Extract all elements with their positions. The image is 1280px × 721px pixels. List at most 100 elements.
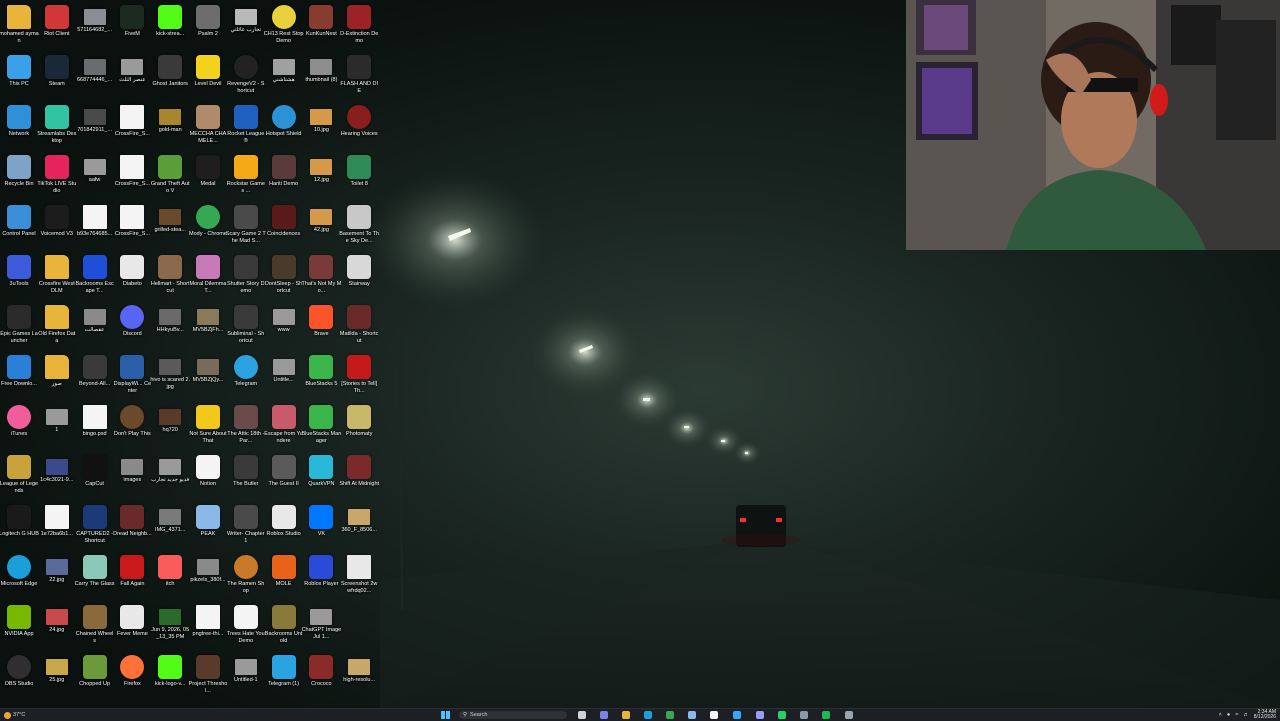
desktop-icon-shift-at-midnight[interactable]: Shift At Midnight — [339, 452, 379, 502]
desktop-icon-mody-chrome[interactable]: Mody - Chrome — [189, 202, 227, 252]
desktop-icon-untitled-1[interactable]: Untitled-1 — [227, 652, 265, 702]
desktop-icon-chatgpt-image-jul-1[interactable]: ChatGPT Image Jul 1... — [302, 602, 341, 652]
desktop-icon-kick-strea[interactable]: kick-strea... — [151, 2, 189, 52]
desktop-icon-high-resolu[interactable]: high-resolu... — [340, 652, 378, 702]
wifi-icon[interactable]: ≈ — [1235, 712, 1238, 718]
desktop-icon-jun-9-2026-05-13-35-pm[interactable]: Jun 9, 2026, 05_13_35 PM — [151, 602, 189, 652]
desktop-icon-ch13-rest-stop-demo[interactable]: CH13 Rest Stop Demo — [264, 2, 303, 52]
taskbar-teams-icon[interactable] — [600, 711, 608, 719]
desktop-icon-571164682[interactable]: 571164682_... — [76, 2, 114, 52]
desktop-icon-crococo[interactable]: Crococo — [302, 652, 340, 702]
desktop-icon-subliminal-shortcut[interactable]: Subliminal - Shortcut — [227, 302, 265, 352]
desktop-icon-www[interactable]: www — [265, 302, 303, 352]
desktop-icon-untitle[interactable]: Untitle... — [265, 352, 303, 402]
desktop-icon-roblox-studio[interactable]: Roblox Studio — [265, 502, 303, 552]
desktop-icon-mohamed-ayman[interactable]: mohamed ayman — [0, 2, 39, 52]
desktop-icon-item[interactable]: فديو جديد تجارب — [151, 452, 189, 502]
desktop-icon-25-jpg[interactable]: 25.jpg — [38, 652, 76, 702]
desktop-icon-360-f-8506[interactable]: 360_F_8506... — [340, 502, 378, 552]
desktop-icon-firefox[interactable]: Firefox — [113, 652, 151, 702]
taskbar-photoshop-icon[interactable] — [733, 711, 741, 719]
desktop-icon-backrooms-untold[interactable]: Backrooms Untold — [265, 602, 303, 652]
desktop-icon-hellmart-shortcut[interactable]: Hellmart - Shortcut — [151, 252, 189, 302]
desktop-icon-brave[interactable]: Brave — [302, 302, 340, 352]
desktop-icon-league-of-legends[interactable]: League of Legends — [0, 452, 38, 502]
desktop-icon-riot-client[interactable]: Riot Client — [38, 2, 76, 52]
desktop-icon-epic-games-launcher[interactable]: Epic Games Launcher — [0, 302, 38, 352]
desktop-icon-aafw[interactable]: aafw — [76, 152, 114, 202]
desktop-icon-matilda-shortcut[interactable]: Matilda - Shortcut — [340, 302, 378, 352]
desktop-icon-coincidences[interactable]: Coincidences — [265, 202, 303, 252]
desktop-icon-22-jpg[interactable]: 22.jpg — [38, 552, 76, 602]
desktop-icon-meccha-chamele[interactable]: MECCHA CHAMELE... — [189, 102, 227, 152]
desktop-icon-carry-the-glass[interactable]: Carry The Glass — [75, 552, 115, 602]
desktop-icon-obs-studio[interactable]: OBS Studio — [0, 652, 38, 702]
desktop-icon-streamlabs-desktop[interactable]: Streamlabs Desktop — [37, 102, 76, 152]
desktop-icon-ghost-janitors[interactable]: Ghost Janitors — [151, 52, 189, 102]
desktop-icon-itch[interactable]: itch — [151, 552, 189, 602]
desktop-icon-displaywi-center[interactable]: DisplayWi... Center — [113, 352, 151, 402]
desktop-icon-d-extinction-demo[interactable]: D-Extinction Demo — [340, 2, 378, 52]
desktop-icon-thumbnail-8[interactable]: thumbnail (8) — [302, 52, 340, 102]
desktop-icon-toilet-8[interactable]: Toilet 8 — [340, 152, 378, 202]
desktop-icon-notion[interactable]: Notion — [189, 452, 227, 502]
desktop-icon-escape-from-yandere[interactable]: Escape from Yandere — [264, 402, 303, 452]
clock[interactable]: 2:34 AM 8/12/2026 — [1254, 710, 1276, 720]
desktop-icon-3utools[interactable]: 3uTools — [0, 252, 38, 302]
desktop-icon-the-guest-ii[interactable]: The Guest II — [265, 452, 303, 502]
taskbar-premiere-icon[interactable] — [756, 711, 764, 719]
desktop-icon-quarkvpn[interactable]: QuarkVPN — [302, 452, 340, 502]
taskbar-chrome-icon[interactable] — [666, 711, 674, 719]
desktop-icon-dontsleep-shortcut[interactable]: DontSleep - Shortcut — [265, 252, 303, 302]
desktop-icon-hariti-demo[interactable]: Hariti Demo — [265, 152, 303, 202]
desktop-icon-moral-dilemma-t[interactable]: Moral Dilemma T... — [189, 252, 227, 302]
volume-icon[interactable]: ♬ — [1243, 712, 1249, 718]
desktop-icon-steam[interactable]: Steam — [38, 52, 76, 102]
taskbar-whatsapp-icon[interactable] — [778, 711, 786, 719]
desktop-icon-bluestacks-manager[interactable]: BlueStacks Manager — [302, 402, 341, 452]
desktop-icon-mole[interactable]: MOLE — [265, 552, 303, 602]
desktop-icon-bluestacks-5[interactable]: BlueStacks 5 — [302, 352, 340, 402]
desktop-icon-microsoft-edge[interactable]: Microsoft Edge — [0, 552, 38, 602]
desktop-icon-the-ramen-shop[interactable]: The Ramen Shop — [227, 552, 265, 602]
taskbar-search[interactable]: ⚲ Search — [459, 711, 567, 719]
taskbar-edge-icon[interactable] — [644, 711, 652, 719]
desktop-icon-1e72ba6b1[interactable]: 1e72ba6b1... — [38, 502, 76, 552]
desktop-icon-item[interactable]: عنصر الثلث — [113, 52, 151, 102]
desktop-icon-logitech-g-hub[interactable]: Logitech G HUB — [0, 502, 39, 552]
desktop-icon-control-panel[interactable]: Control Panel — [0, 202, 38, 252]
desktop-icon-item[interactable]: صور — [38, 352, 76, 402]
desktop-icon-fivem[interactable]: FiveM — [113, 2, 151, 52]
taskbar-spotify-icon[interactable] — [822, 711, 830, 719]
desktop-icon-peak[interactable]: PEAK — [189, 502, 227, 552]
desktop-icon-mv5bzjfh[interactable]: MV5BZjFh... — [189, 302, 227, 352]
desktop-icon-this-pc[interactable]: This PC — [0, 52, 38, 102]
desktop-icon-dread-neighb[interactable]: Dread Neighb... — [113, 502, 152, 552]
taskbar-file-explorer-icon[interactable] — [622, 711, 630, 719]
desktop-icon-1[interactable]: 1 — [38, 402, 76, 452]
desktop-icon-kunkunnest[interactable]: KunKunNest — [302, 2, 340, 52]
taskbar-photos-icon[interactable] — [688, 711, 696, 719]
desktop-icon-telegram[interactable]: Telegram — [227, 352, 265, 402]
desktop-icon-crossfire-s[interactable]: CrossFire_S... — [113, 202, 151, 252]
taskbar-notion-icon[interactable] — [710, 711, 718, 719]
desktop-icon-telegram-1[interactable]: Telegram (1) — [265, 652, 303, 702]
desktop-icon-gold-man[interactable]: gold-man — [151, 102, 189, 152]
weather-widget[interactable]: 37°C — [4, 711, 25, 719]
desktop-icon-discord[interactable]: Discord — [113, 302, 151, 352]
desktop-icon-the-butler[interactable]: The Butler — [227, 452, 265, 502]
desktop-icon-level-devil[interactable]: Level Devil — [189, 52, 227, 102]
desktop-icon-shutter-story-demo[interactable]: Shutter Story Demo — [227, 252, 265, 302]
desktop-icon-not-sure-about-that[interactable]: Not Sure About That — [189, 402, 227, 452]
desktop-icon-crossfire-s[interactable]: CrossFire_S... — [113, 152, 151, 202]
desktop-icon-rocket-league[interactable]: Rocket League® — [227, 102, 265, 152]
desktop-icon-img-4371[interactable]: IMG_4371... — [151, 502, 189, 552]
desktop-icon-24-jpg[interactable]: 24.jpg — [38, 602, 76, 652]
desktop-icon-chained-wheels[interactable]: Chained Wheels — [76, 602, 114, 652]
desktop-icon-voicemod-v3[interactable]: Voicemod V3 — [38, 202, 76, 252]
desktop-icon-photomaty[interactable]: Photomaty — [340, 402, 378, 452]
desktop-icon-hotspot-shield[interactable]: Hotspot Shield — [265, 102, 303, 152]
desktop-icon-b93e764685[interactable]: b93e764685... — [76, 202, 114, 252]
taskbar-task-view-icon[interactable] — [578, 711, 586, 719]
start-button[interactable] — [441, 711, 450, 719]
